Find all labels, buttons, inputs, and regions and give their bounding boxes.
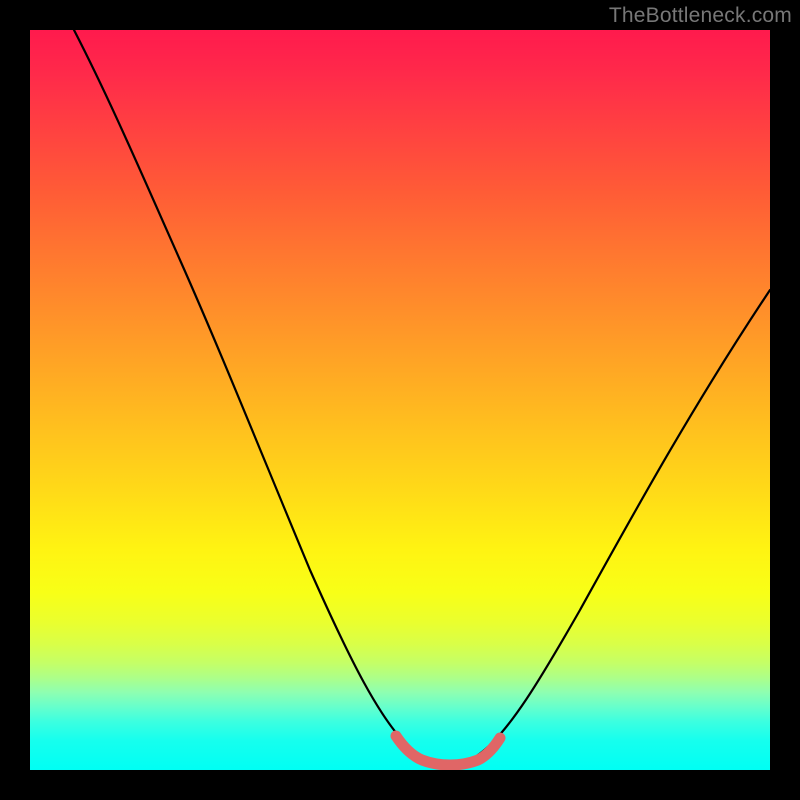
sweet-spot-band: [396, 736, 500, 765]
watermark-text: TheBottleneck.com: [609, 4, 792, 28]
bottleneck-curve: [74, 30, 770, 764]
chart-frame: TheBottleneck.com: [0, 0, 800, 800]
curve-layer: [30, 30, 770, 770]
plot-area: [30, 30, 770, 770]
